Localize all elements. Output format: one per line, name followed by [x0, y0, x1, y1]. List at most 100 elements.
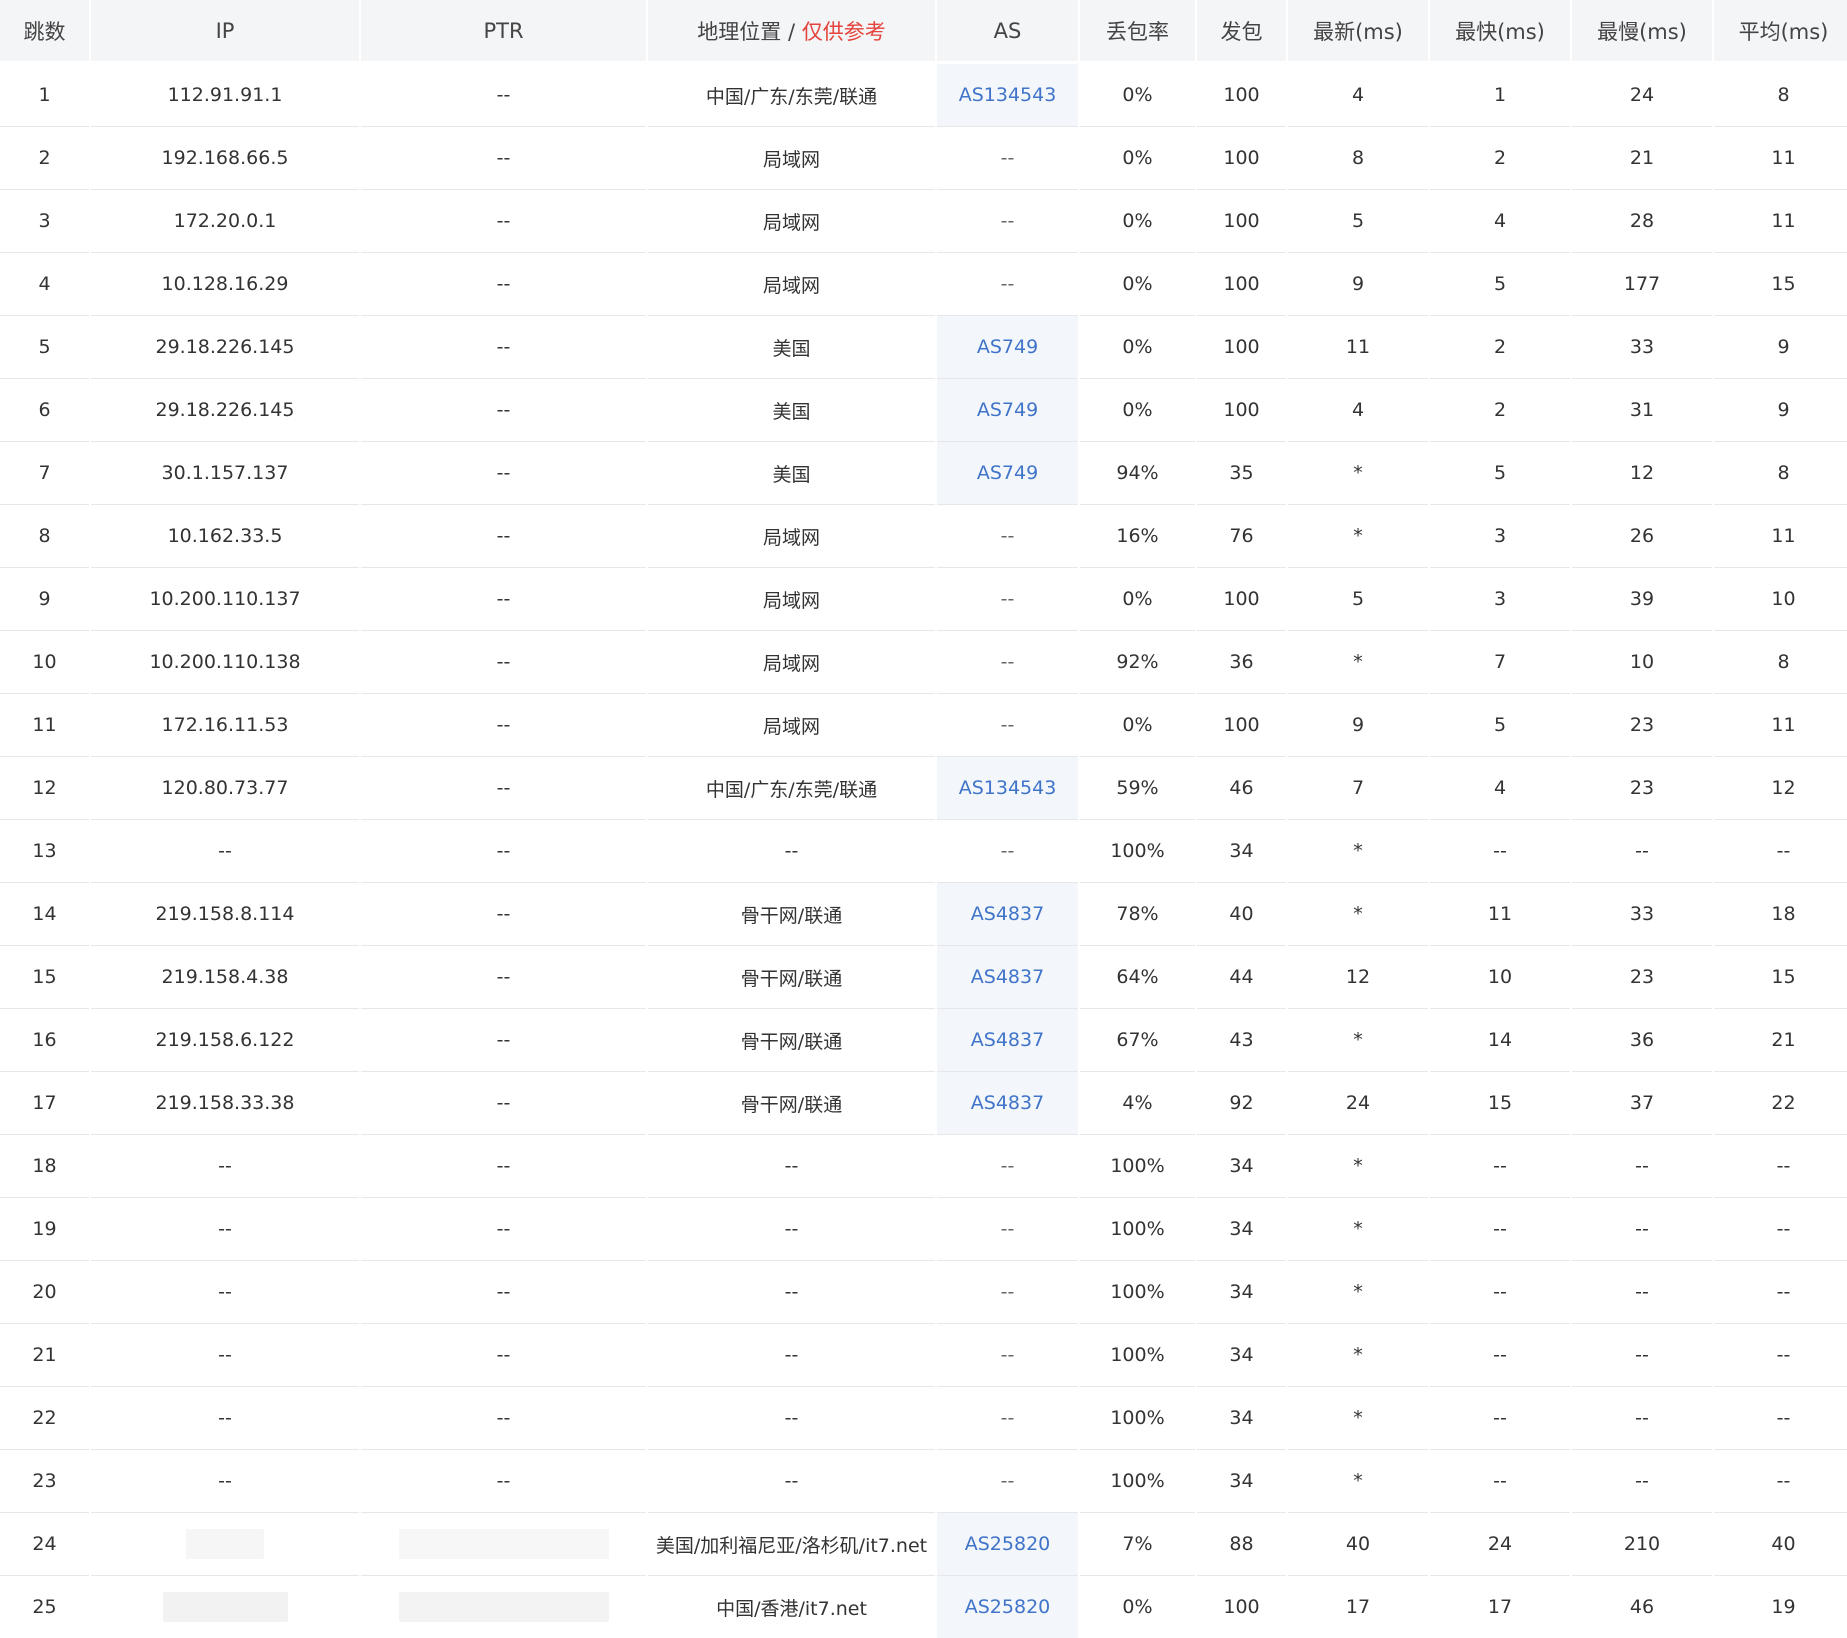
cell-ip: 10.200.110.137	[91, 568, 359, 631]
cell-ip: 112.91.91.1	[91, 64, 359, 127]
cell-as: --	[937, 1135, 1078, 1198]
cell-ip	[91, 1576, 359, 1638]
as-link[interactable]: AS749	[977, 399, 1038, 421]
cell-best: 5	[1430, 253, 1570, 316]
as-link[interactable]: AS134543	[959, 84, 1057, 106]
as-link[interactable]: AS749	[977, 462, 1038, 484]
cell-geo: 骨干网/联通	[648, 1009, 935, 1072]
cell-sent: 100	[1223, 1596, 1260, 1618]
cell-last: *	[1288, 505, 1428, 568]
cell-avg: --	[1714, 1387, 1847, 1450]
cell-sent: 34	[1197, 820, 1286, 883]
cell-ip: 10.200.110.138	[91, 631, 359, 694]
cell-worst: 177	[1572, 253, 1712, 316]
cell-as: --	[937, 1261, 1078, 1324]
cell-hop: 21	[0, 1324, 89, 1387]
cell-geo: 中国/广东/东莞/联通	[648, 757, 935, 820]
header-sent: 发包	[1197, 0, 1286, 64]
as-link[interactable]: AS4837	[971, 903, 1044, 925]
cell-sent: 34	[1197, 1135, 1286, 1198]
cell-ip: --	[91, 1261, 359, 1324]
cell-last: 17	[1345, 1596, 1371, 1618]
cell-as: --	[937, 1450, 1078, 1513]
cell-hop: 19	[0, 1198, 89, 1261]
cell-as: --	[937, 127, 1078, 190]
cell-last: 12	[1288, 946, 1428, 1009]
as-link[interactable]: AS134543	[959, 777, 1057, 799]
cell-sent: 40	[1197, 883, 1286, 946]
cell-ip	[91, 1513, 359, 1576]
cell-geo: --	[648, 1135, 935, 1198]
as-link[interactable]: AS4837	[971, 966, 1044, 988]
cell-hop: 10	[0, 631, 89, 694]
cell-avg: 8	[1714, 64, 1847, 127]
cell-as: AS4837	[937, 1072, 1078, 1135]
as-link[interactable]: AS25820	[965, 1596, 1051, 1618]
table-row: 2 192.168.66.5 -- 局域网 -- 0% 100 8 2 21 11	[0, 127, 1847, 190]
cell-worst: --	[1572, 1450, 1712, 1513]
cell-geo: --	[648, 820, 935, 883]
table-row: 14 219.158.8.114 -- 骨干网/联通 AS4837 78% 40 * 11 33 1…	[0, 883, 1847, 946]
as-link[interactable]: AS749	[977, 336, 1038, 358]
cell-last: 7	[1288, 757, 1428, 820]
table-row: 25 中国/香港/it7.net AS25820 0% 100 17 17 46 19	[0, 1576, 1847, 1638]
as-value: --	[1000, 1218, 1015, 1240]
cell-avg: 15	[1714, 253, 1847, 316]
cell-geo: --	[648, 1450, 935, 1513]
cell-avg: 8	[1714, 442, 1847, 505]
table-row: 13 -- -- -- -- 100% 34 * -- -- --	[0, 820, 1847, 883]
cell-ip: 10.128.16.29	[91, 253, 359, 316]
as-value: --	[1000, 1407, 1015, 1429]
cell-sent: 76	[1197, 505, 1286, 568]
table-row: 24 美国/加利福尼亚/洛杉矶/it7.net AS25820 7% 88 40 24 210…	[0, 1513, 1847, 1576]
cell-last: *	[1288, 1009, 1428, 1072]
cell-ptr: --	[361, 253, 646, 316]
header-as: AS	[937, 0, 1078, 64]
table-row: 11 172.16.11.53 -- 局域网 -- 0% 100 9 5 23 11	[0, 694, 1847, 757]
table-row: 6 29.18.226.145 -- 美国 AS749 0% 100 4 2 31 9	[0, 379, 1847, 442]
as-link[interactable]: AS4837	[971, 1029, 1044, 1051]
cell-ptr: --	[361, 631, 646, 694]
cell-avg: 40	[1714, 1513, 1847, 1576]
cell-worst: 46	[1629, 1596, 1655, 1618]
cell-best: 4	[1430, 190, 1570, 253]
cell-worst: 23	[1572, 757, 1712, 820]
cell-sent: 100	[1197, 127, 1286, 190]
cell-sent: 44	[1197, 946, 1286, 1009]
cell-last: 9	[1288, 694, 1428, 757]
cell-last: 4	[1288, 64, 1428, 127]
cell-last: 11	[1288, 316, 1428, 379]
as-link[interactable]: AS4837	[971, 1092, 1044, 1114]
cell-last: *	[1288, 1198, 1428, 1261]
table-row: 21 -- -- -- -- 100% 34 * -- -- --	[0, 1324, 1847, 1387]
cell-as: --	[937, 1198, 1078, 1261]
cell-ptr: --	[361, 1324, 646, 1387]
cell-worst: 12	[1572, 442, 1712, 505]
cell-best: 7	[1430, 631, 1570, 694]
header-hop: 跳数	[0, 0, 89, 64]
header-worst: 最慢(ms)	[1572, 0, 1712, 64]
cell-worst: 24	[1572, 64, 1712, 127]
as-value: --	[1000, 210, 1015, 232]
as-value: --	[1000, 651, 1015, 673]
cell-ptr: --	[361, 316, 646, 379]
cell-avg: 10	[1714, 568, 1847, 631]
cell-worst: 36	[1572, 1009, 1712, 1072]
cell-best: 15	[1430, 1072, 1570, 1135]
as-value: --	[1000, 1155, 1015, 1177]
cell-ip: --	[91, 1450, 359, 1513]
cell-ip: 10.162.33.5	[91, 505, 359, 568]
table-row: 10 10.200.110.138 -- 局域网 -- 92% 36 * 7 10 8	[0, 631, 1847, 694]
as-link[interactable]: AS25820	[965, 1533, 1051, 1555]
cell-loss: 7%	[1080, 1513, 1195, 1576]
cell-hop: 2	[0, 127, 89, 190]
cell-last: *	[1288, 1387, 1428, 1450]
cell-avg: 9	[1714, 379, 1847, 442]
cell-geo: 局域网	[648, 127, 935, 190]
cell-avg: --	[1714, 1135, 1847, 1198]
cell-loss: 100%	[1080, 1135, 1195, 1198]
cell-ptr: --	[361, 694, 646, 757]
cell-ip: 29.18.226.145	[91, 379, 359, 442]
cell-as: AS25820	[937, 1513, 1078, 1576]
cell-ip: 120.80.73.77	[91, 757, 359, 820]
